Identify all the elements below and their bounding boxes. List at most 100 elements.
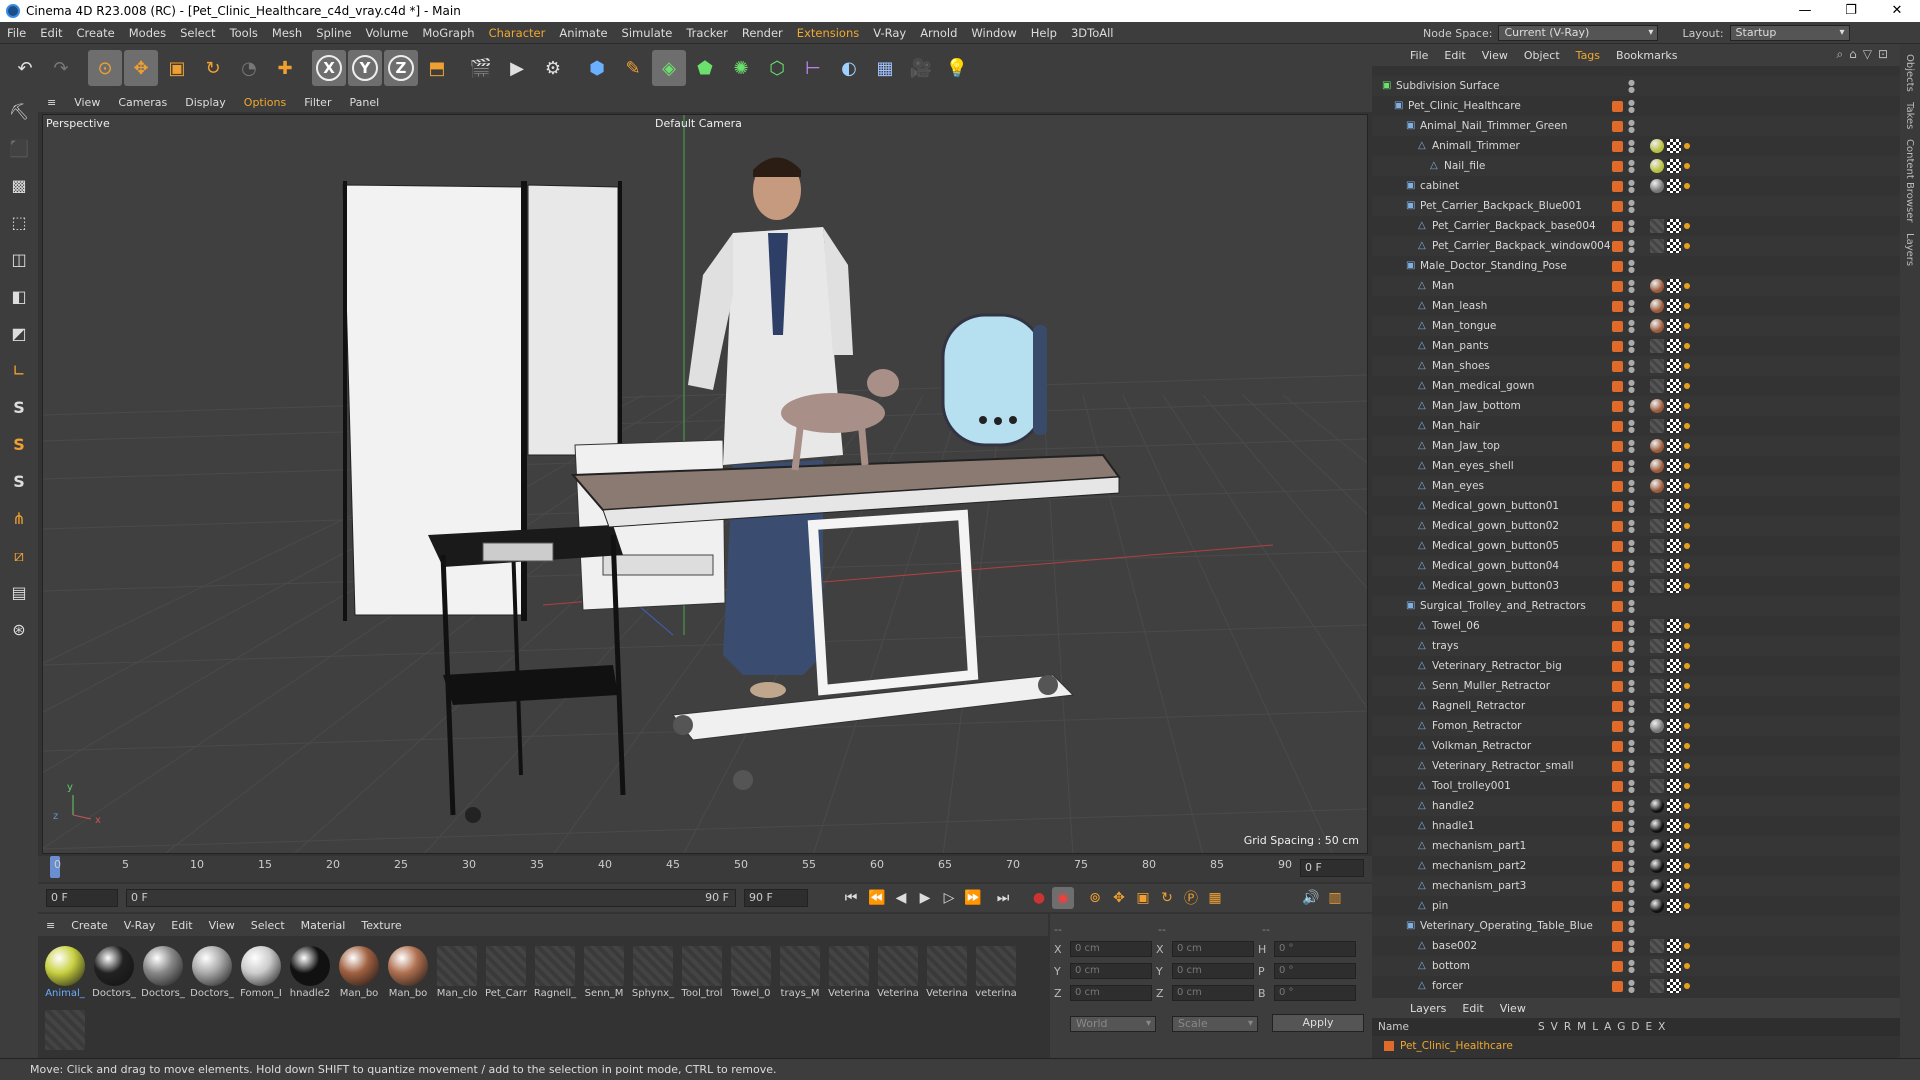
- search-icon[interactable]: ⌕: [1836, 47, 1849, 61]
- create-tool-icon[interactable]: ✚: [268, 50, 302, 86]
- object-row-bottom[interactable]: △ bottom ● ●: [1372, 956, 1900, 976]
- visibility-dots-icon[interactable]: ● ●: [1628, 339, 1635, 354]
- position-y-field[interactable]: 0 cm: [1070, 963, 1152, 979]
- step-forward-icon[interactable]: ▷: [938, 887, 960, 909]
- material-tag-icon[interactable]: [1650, 179, 1664, 193]
- uvw-tag-icon[interactable]: [1667, 359, 1681, 373]
- vray-tag-icon[interactable]: [1684, 383, 1690, 389]
- visibility-dots-icon[interactable]: ● ●: [1628, 199, 1635, 214]
- material-tag-icon[interactable]: [1650, 819, 1664, 833]
- visibility-dots-icon[interactable]: ● ●: [1628, 439, 1635, 454]
- object-row-man-hair[interactable]: △ Man_hair ● ●: [1372, 416, 1900, 436]
- scale-tool-icon[interactable]: ▣: [160, 50, 194, 86]
- layer-color-icon[interactable]: [1612, 460, 1623, 472]
- layer-color-icon[interactable]: [1612, 320, 1623, 332]
- object-row-fomon-retractor[interactable]: △ Fomon_Retractor ● ●: [1372, 716, 1900, 736]
- visibility-dots-icon[interactable]: ● ●: [1628, 699, 1635, 714]
- visibility-dots-icon[interactable]: ● ●: [1628, 499, 1635, 514]
- visibility-dots-icon[interactable]: ● ●: [1628, 179, 1635, 194]
- material-menu-texture[interactable]: Texture: [353, 919, 409, 932]
- layer-color-icon[interactable]: [1612, 360, 1623, 372]
- visibility-dots-icon[interactable]: ● ●: [1628, 379, 1635, 394]
- layer-color-icon[interactable]: [1612, 820, 1623, 832]
- object-row-man-medical-gown[interactable]: △ Man_medical_gown ● ●: [1372, 376, 1900, 396]
- visibility-dots-icon[interactable]: ● ●: [1628, 159, 1635, 174]
- menu-modes[interactable]: Modes: [122, 26, 173, 40]
- y-axis-icon[interactable]: Y: [348, 50, 382, 86]
- key-pla-icon[interactable]: ▦: [1204, 887, 1226, 909]
- uvw-tag-icon[interactable]: [1667, 719, 1681, 733]
- layer-color-icon[interactable]: [1612, 660, 1623, 672]
- uvw-tag-icon[interactable]: [1667, 779, 1681, 793]
- menu-mesh[interactable]: Mesh: [265, 26, 309, 40]
- new-window-icon[interactable]: ⊡: [1878, 47, 1894, 61]
- uvw-tag-icon[interactable]: [1667, 959, 1681, 973]
- material-tag-icon[interactable]: [1650, 339, 1664, 353]
- uvw-tag-icon[interactable]: [1667, 579, 1681, 593]
- minimize-button[interactable]: —: [1782, 0, 1828, 22]
- material-tag-icon[interactable]: [1650, 899, 1664, 913]
- object-menu-bookmarks[interactable]: Bookmarks: [1608, 49, 1685, 62]
- layer-color-icon[interactable]: [1612, 680, 1623, 692]
- material-swatch[interactable]: Senn_M: [581, 942, 627, 1002]
- step-back-icon[interactable]: ◀: [890, 887, 912, 909]
- timeline-ruler[interactable]: 0 F 0 5 10 15 20 25 30 35 40 45 50 55 60 65 70 75 80 85 90: [38, 856, 1372, 882]
- layer-color-icon[interactable]: [1612, 960, 1623, 972]
- object-row-medical-gown-button04[interactable]: △ Medical_gown_button04 ● ●: [1372, 556, 1900, 576]
- layer-flag-v[interactable]: V: [1551, 1021, 1558, 1033]
- vray-tag-icon[interactable]: [1684, 183, 1690, 189]
- side-tab-content-browser[interactable]: Content Browser: [1904, 139, 1915, 222]
- object-row-senn-muller-retractor[interactable]: △ Senn_Muller_Retractor ● ●: [1372, 676, 1900, 696]
- visibility-dots-icon[interactable]: ● ●: [1628, 899, 1635, 914]
- uvw-tag-icon[interactable]: [1667, 179, 1681, 193]
- material-swatch[interactable]: Man_bo: [336, 942, 382, 1002]
- uvw-tag-icon[interactable]: [1667, 339, 1681, 353]
- material-swatch[interactable]: Pet_Carr: [483, 942, 529, 1002]
- material-tag-icon[interactable]: [1650, 379, 1664, 393]
- workplane-icon[interactable]: ⧄: [3, 540, 35, 571]
- next-key-icon[interactable]: ⏩: [962, 887, 984, 909]
- material-swatch[interactable]: Doctors_: [189, 942, 235, 1002]
- hamburger-icon[interactable]: ≡: [38, 919, 63, 932]
- layer-flag-l[interactable]: L: [1592, 1021, 1598, 1033]
- material-tag-icon[interactable]: [1650, 239, 1664, 253]
- recent-tool-icon[interactable]: ◔: [232, 50, 266, 86]
- undo-icon[interactable]: ↶: [8, 50, 42, 86]
- vray-tag-icon[interactable]: [1684, 303, 1690, 309]
- object-row-subdivision-surface[interactable]: ▣ Subdivision Surface ● ●: [1372, 76, 1900, 96]
- vray-tag-icon[interactable]: [1684, 163, 1690, 169]
- menu-3dtoall[interactable]: 3DToAll: [1064, 26, 1121, 40]
- vray-tag-icon[interactable]: [1684, 723, 1690, 729]
- apply-button[interactable]: Apply: [1272, 1014, 1364, 1032]
- side-tab-takes[interactable]: Takes: [1904, 102, 1915, 129]
- layer-row[interactable]: Pet_Clinic_Healthcare: [1372, 1036, 1900, 1056]
- vray-tag-icon[interactable]: [1684, 943, 1690, 949]
- object-row-pet-carrier-backpack-blue001[interactable]: ▣ Pet_Carrier_Backpack_Blue001 ● ●: [1372, 196, 1900, 216]
- go-to-start-icon[interactable]: ⏮: [840, 887, 862, 909]
- previous-key-icon[interactable]: ⏪: [866, 887, 888, 909]
- material-tag-icon[interactable]: [1650, 439, 1664, 453]
- start-frame-field[interactable]: 0 F: [46, 889, 118, 907]
- layer-color-icon[interactable]: [1612, 160, 1623, 172]
- material-tag-icon[interactable]: [1650, 939, 1664, 953]
- keyframe-selection-icon[interactable]: ⊚: [1084, 887, 1106, 909]
- autokey-icon[interactable]: ◉: [1052, 887, 1074, 909]
- menu-v-ray[interactable]: V-Ray: [866, 26, 913, 40]
- layer-flag-m[interactable]: M: [1577, 1021, 1586, 1033]
- node-space-dropdown[interactable]: Current (V-Ray): [1498, 25, 1659, 41]
- layer-color-icon[interactable]: [1612, 380, 1623, 392]
- object-row-man-leash[interactable]: △ Man_leash ● ●: [1372, 296, 1900, 316]
- vray-tag-icon[interactable]: [1684, 483, 1690, 489]
- vray-tag-icon[interactable]: [1684, 743, 1690, 749]
- menu-animate[interactable]: Animate: [552, 26, 614, 40]
- vray-tag-icon[interactable]: [1684, 803, 1690, 809]
- menu-help[interactable]: Help: [1024, 26, 1064, 40]
- menu-select[interactable]: Select: [173, 26, 222, 40]
- object-row-man-eyes[interactable]: △ Man_eyes ● ●: [1372, 476, 1900, 496]
- visibility-dots-icon[interactable]: ● ●: [1628, 259, 1635, 274]
- hamburger-icon[interactable]: ≡: [38, 96, 65, 109]
- key-scale-icon[interactable]: ▣: [1132, 887, 1154, 909]
- material-tag-icon[interactable]: [1650, 799, 1664, 813]
- field-icon[interactable]: ◐: [832, 50, 866, 86]
- layer-color-icon[interactable]: [1612, 760, 1623, 772]
